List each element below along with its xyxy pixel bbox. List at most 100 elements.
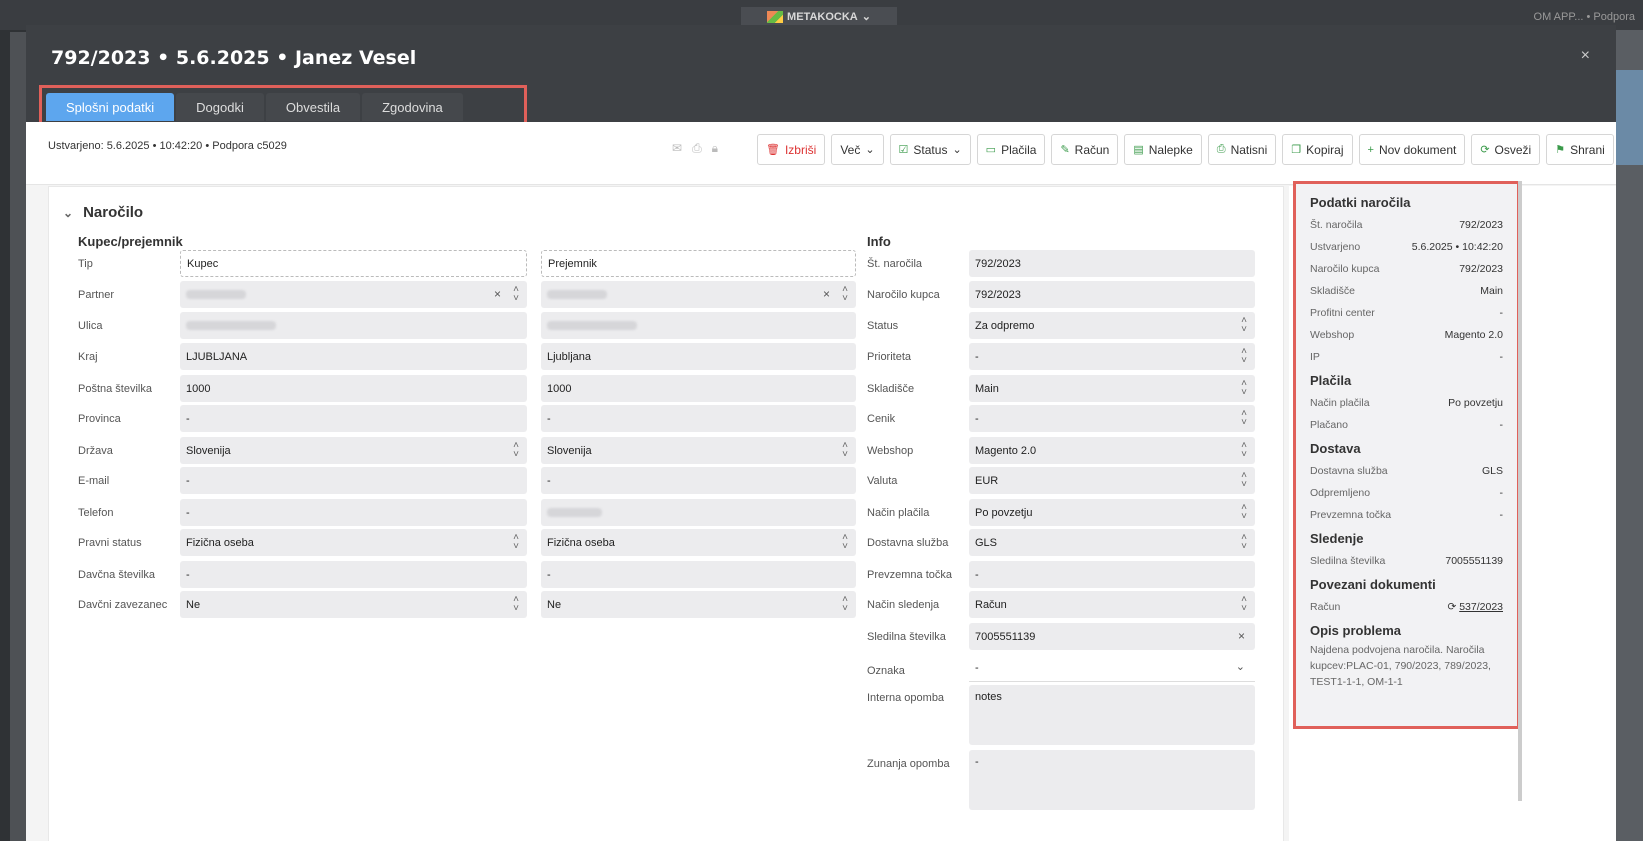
info-prevzem-field[interactable]: -: [969, 561, 1255, 588]
new-document-button[interactable]: + Nov dokument: [1358, 134, 1466, 165]
payments-label: Plačila: [1001, 142, 1037, 157]
label-interna: Interna opomba: [867, 692, 945, 704]
toolbar-icons: ✉ ⎙ 🔒︎: [672, 141, 718, 156]
status-button[interactable]: ☑ Status ⌄: [889, 134, 971, 165]
info-sledenje-select[interactable]: Račun ˄ ˅: [969, 591, 1255, 618]
label-sledenje: Način sledenja: [867, 599, 940, 611]
lock-icon[interactable]: 🔒︎: [712, 141, 718, 156]
info-status-select[interactable]: Za odpremo ˄ ˅: [969, 312, 1255, 339]
info-placilo-select[interactable]: Po povzetju ˄ ˅: [969, 499, 1255, 526]
info-valuta-select[interactable]: EUR ˄ ˅: [969, 467, 1255, 494]
info-cenik-select[interactable]: - ˄ ˅: [969, 405, 1255, 432]
info-heading: Info: [867, 234, 891, 249]
print-icon: ⎙: [1216, 143, 1226, 155]
info-sledilna-field[interactable]: 7005551139 ×: [969, 623, 1255, 650]
partner-redacted: [186, 290, 246, 299]
money-icon: ▭: [985, 144, 997, 156]
summary-order-heading: Podatki naročila: [1310, 195, 1411, 210]
refresh-icon: ⟳: [1447, 601, 1460, 613]
modal-header: 792/2023 • 5.6.2025 • Janez Vesel × Splo…: [26, 25, 1616, 126]
invoice-button[interactable]: ✎ Račun: [1051, 134, 1119, 165]
summary-label: Naročilo kupca: [1310, 263, 1380, 275]
tab-history[interactable]: Zgodovina: [362, 93, 463, 121]
updown-icon: ˄ ˅: [1241, 408, 1247, 428]
refresh-button[interactable]: ⟳ Osveži: [1471, 134, 1541, 165]
kupec-davcna-field[interactable]: -: [180, 561, 527, 588]
tab-notifications[interactable]: Obvestila: [265, 93, 361, 121]
prejemnik-provinca-field[interactable]: -: [541, 405, 856, 432]
kupec-pravni-value: Fizična oseba: [186, 536, 254, 549]
info-skladisce-select[interactable]: Main ˄ ˅: [969, 375, 1255, 402]
user-menu[interactable]: OM APP... • Podpora: [1534, 11, 1635, 23]
app-logo[interactable]: METAKOCKA ⌄: [741, 7, 897, 26]
info-interna-textarea[interactable]: notes: [969, 685, 1255, 745]
info-prioriteta-select[interactable]: - ˄ ˅: [969, 343, 1255, 370]
prejemnik-ulica-field[interactable]: [541, 312, 856, 339]
scrollbar[interactable]: [1518, 181, 1522, 801]
payments-button[interactable]: ▭ Plačila: [976, 134, 1046, 165]
clear-icon[interactable]: ×: [823, 287, 830, 301]
updown-icon: ˄ ˅: [842, 440, 848, 460]
updown-icon: ˄ ˅: [1241, 532, 1247, 552]
prejemnik-partner-select[interactable]: × ˄ ˅: [541, 281, 856, 308]
labels-button[interactable]: ▤ Nalepke: [1124, 134, 1202, 165]
kupec-drzava-select[interactable]: Slovenija ˄ ˅: [180, 437, 527, 464]
label-posta: Poštna številka: [78, 383, 152, 395]
summary-row: Plačano -: [1310, 414, 1503, 436]
prejemnik-zavezanec-select[interactable]: Ne ˄ ˅: [541, 591, 856, 618]
invoice-label: Račun: [1074, 142, 1110, 157]
kupec-partner-select[interactable]: × ˄ ˅: [180, 281, 527, 308]
info-dostava-select[interactable]: GLS ˄ ˅: [969, 529, 1255, 556]
printer-icon[interactable]: ⎙: [692, 141, 702, 156]
kupec-telefon-field[interactable]: -: [180, 499, 527, 526]
related-invoice-link[interactable]: 537/2023: [1459, 601, 1503, 613]
kupec-zavezanec-select[interactable]: Ne ˄ ˅: [180, 591, 527, 618]
updown-icon: ˄ ˅: [513, 284, 519, 304]
refresh-label: Osveži: [1494, 142, 1532, 157]
info-webshop-select[interactable]: Magento 2.0 ˄ ˅: [969, 437, 1255, 464]
more-button[interactable]: Več ⌄: [831, 134, 884, 165]
prejemnik-telefon-field[interactable]: [541, 499, 856, 526]
kupec-provinca-field[interactable]: -: [180, 405, 527, 432]
updown-icon: ˄ ˅: [1241, 346, 1247, 366]
prejemnik-tip-field[interactable]: Prejemnik: [541, 250, 856, 277]
email-icon[interactable]: ✉: [672, 141, 682, 156]
save-button[interactable]: ⚑ Shrani: [1546, 134, 1614, 165]
summary-delivery-heading: Dostava: [1310, 441, 1361, 456]
delete-button[interactable]: 🗑︎ Izbriši: [757, 134, 826, 165]
prejemnik-pravni-select[interactable]: Fizična oseba ˄ ˅: [541, 529, 856, 556]
info-oznaka-select[interactable]: - ⌄: [969, 655, 1255, 682]
label-dostava: Dostavna služba: [867, 537, 949, 549]
clear-icon[interactable]: ×: [494, 287, 501, 301]
prejemnik-drzava-select[interactable]: Slovenija ˄ ˅: [541, 437, 856, 464]
street-redacted: [186, 321, 276, 330]
close-icon[interactable]: ×: [1581, 47, 1590, 65]
print-button[interactable]: ⎙ Natisni: [1207, 134, 1277, 165]
info-skladisce-value: Main: [975, 382, 999, 395]
info-kupca-field[interactable]: 792/2023: [969, 281, 1255, 308]
copy-icon: ❐: [1291, 144, 1302, 156]
info-prioriteta-value: -: [975, 350, 979, 363]
prejemnik-davcna-field[interactable]: -: [541, 561, 856, 588]
kupec-kraj-field[interactable]: LJUBLJANA: [180, 343, 527, 370]
info-zunanja-textarea[interactable]: -: [969, 750, 1255, 810]
label-icon: ▤: [1133, 144, 1144, 156]
prejemnik-kraj-field[interactable]: Ljubljana: [541, 343, 856, 370]
copy-button[interactable]: ❐ Kopiraj: [1282, 134, 1353, 165]
info-st-field[interactable]: 792/2023: [969, 250, 1255, 277]
tab-events[interactable]: Dogodki: [176, 93, 264, 121]
summary-value: Magento 2.0: [1444, 329, 1503, 341]
kupec-email-field[interactable]: -: [180, 467, 527, 494]
order-section-header[interactable]: ⌄ Naročilo: [63, 204, 143, 221]
prejemnik-posta-field[interactable]: 1000: [541, 375, 856, 402]
kupec-ulica-field[interactable]: [180, 312, 527, 339]
kupec-tip-field[interactable]: Kupec: [180, 250, 527, 277]
summary-problem-heading: Opis problema: [1310, 623, 1402, 638]
clear-icon[interactable]: ×: [1238, 629, 1245, 643]
plus-icon: +: [1367, 143, 1374, 156]
prejemnik-email-field[interactable]: -: [541, 467, 856, 494]
kupec-pravni-select[interactable]: Fizična oseba ˄ ˅: [180, 529, 527, 556]
tab-general[interactable]: Splošni podatki: [46, 93, 175, 121]
summary-label: IP: [1310, 351, 1320, 363]
kupec-posta-field[interactable]: 1000: [180, 375, 527, 402]
